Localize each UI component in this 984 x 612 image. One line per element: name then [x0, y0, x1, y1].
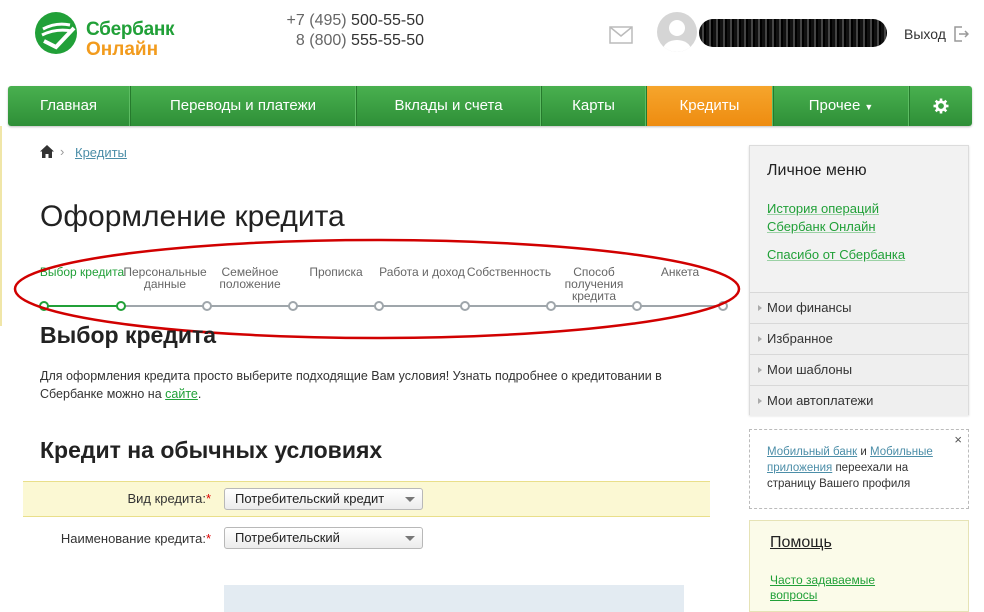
page-edge [0, 126, 2, 326]
required-mark: * [205, 491, 211, 506]
triangle-right-icon [758, 367, 762, 373]
nav-label: Карты [572, 97, 615, 114]
page-title: Оформление кредита [40, 200, 345, 233]
help-title[interactable]: Помощь [770, 534, 832, 552]
sidebar-item-templates[interactable]: Мои шаблоны [750, 354, 968, 385]
user-silhouette-icon [663, 20, 691, 52]
nav-settings[interactable] [909, 86, 972, 126]
triangle-right-icon [758, 398, 762, 404]
mail-icon[interactable] [609, 26, 633, 44]
phone2-prefix: 8 (800) [295, 32, 347, 49]
nav-label: Главная [39, 97, 98, 114]
triangle-right-icon [758, 336, 762, 342]
nav-item-credits[interactable]: Кредиты [646, 86, 773, 126]
notice-and: и [857, 446, 870, 458]
nav-label: Прочее [808, 97, 861, 114]
intro-text-end: . [197, 387, 202, 401]
section2-title: Кредит на обычных условиях [40, 437, 383, 463]
logo-text-line2: Онлайн [86, 39, 159, 60]
home-icon[interactable] [40, 145, 54, 158]
phone-line-2: 8 (800) 555-55-50 [280, 31, 424, 51]
sidebar-item-finances[interactable]: Мои финансы [750, 292, 968, 323]
credit-type-label-text: Вид кредита: [127, 491, 206, 506]
help-box: Помощь Часто задаваемые вопросы [749, 520, 969, 612]
phone-line-1: +7 (495) 500-55-50 [280, 11, 424, 31]
nav-item-transfers[interactable]: Переводы и платежи [130, 86, 356, 126]
mobile-bank-link[interactable]: Мобильный банк [767, 446, 857, 458]
sidebar-item-favorites[interactable]: Избранное [750, 323, 968, 354]
credit-name-label: Наименование кредита:* [21, 531, 211, 546]
spasibo-link[interactable]: Спасибо от Сбербанка [767, 246, 905, 264]
credit-name-select[interactable]: Потребительский [224, 527, 423, 549]
breadcrumb-credits[interactable]: Кредиты [75, 145, 127, 160]
main-nav: Главная Переводы и платежи Вклады и счет… [8, 86, 972, 126]
nav-item-other[interactable]: Прочее ▼ [773, 86, 909, 126]
credit-name-label-text: Наименование кредита: [60, 531, 206, 546]
site-link[interactable]: сайте [165, 387, 198, 401]
sberbank-logo-icon [35, 12, 77, 54]
personal-menu-title: Личное меню [767, 162, 867, 179]
mobile-notice: × Мобильный банк и Мобильные приложения … [749, 429, 969, 509]
phone2-number: 555-55-50 [351, 32, 424, 49]
logout-icon[interactable] [953, 25, 969, 43]
username-redacted[interactable] [699, 19, 887, 47]
intro-text: Для оформления кредита просто выберите п… [40, 367, 700, 403]
phone1-number: 500-55-50 [351, 12, 424, 29]
credit-name-value: Потребительский [235, 530, 340, 545]
triangle-right-icon [758, 305, 762, 311]
history-link[interactable]: История операций Сбербанк Онлайн [767, 200, 917, 236]
nav-item-home[interactable]: Главная [8, 86, 130, 126]
avatar[interactable] [657, 12, 697, 52]
nav-item-cards[interactable]: Карты [541, 86, 646, 126]
nav-item-deposits[interactable]: Вклады и счета [356, 86, 541, 126]
sidebar-item-autopayments[interactable]: Мои автоплатежи [750, 385, 968, 416]
intro-text-body: Для оформления кредита просто выберите п… [40, 369, 662, 401]
chevron-down-icon [405, 497, 415, 502]
info-panel [224, 585, 684, 612]
sidebar-item-label: Мои автоплатежи [767, 393, 874, 408]
sidebar-item-label: Мои финансы [767, 300, 852, 315]
notice-text: Мобильный банк и Мобильные приложения пе… [767, 444, 957, 492]
chevron-down-icon: ▼ [864, 102, 874, 112]
nav-label: Вклады и счета [394, 97, 503, 114]
sidebar-item-label: Мои шаблоны [767, 362, 853, 377]
logo-text-line1: Сбербанк [86, 19, 175, 40]
nav-label: Переводы и платежи [169, 97, 317, 114]
required-mark: * [205, 531, 211, 546]
personal-menu: Личное меню История операций Сбербанк Он… [749, 145, 969, 416]
faq-link[interactable]: Часто задаваемые вопросы [770, 573, 920, 603]
sberbank-logo[interactable]: Сбербанк Онлайн [34, 11, 194, 60]
credit-type-label: Вид кредита:* [21, 491, 211, 506]
credit-type-select[interactable]: Потребительский кредит [224, 488, 423, 510]
logout-link[interactable]: Выход [904, 26, 946, 42]
chevron-down-icon [405, 536, 415, 541]
sidebar-item-label: Избранное [767, 331, 833, 346]
chevron-right-icon: › [60, 144, 65, 159]
credit-type-value: Потребительский кредит [235, 491, 385, 506]
gear-icon [933, 98, 949, 114]
phone1-prefix: +7 (495) [286, 12, 347, 29]
section-title: Выбор кредита [40, 322, 217, 348]
nav-label: Кредиты [679, 97, 740, 114]
contact-phones: +7 (495) 500-55-50 8 (800) 555-55-50 [280, 11, 424, 51]
